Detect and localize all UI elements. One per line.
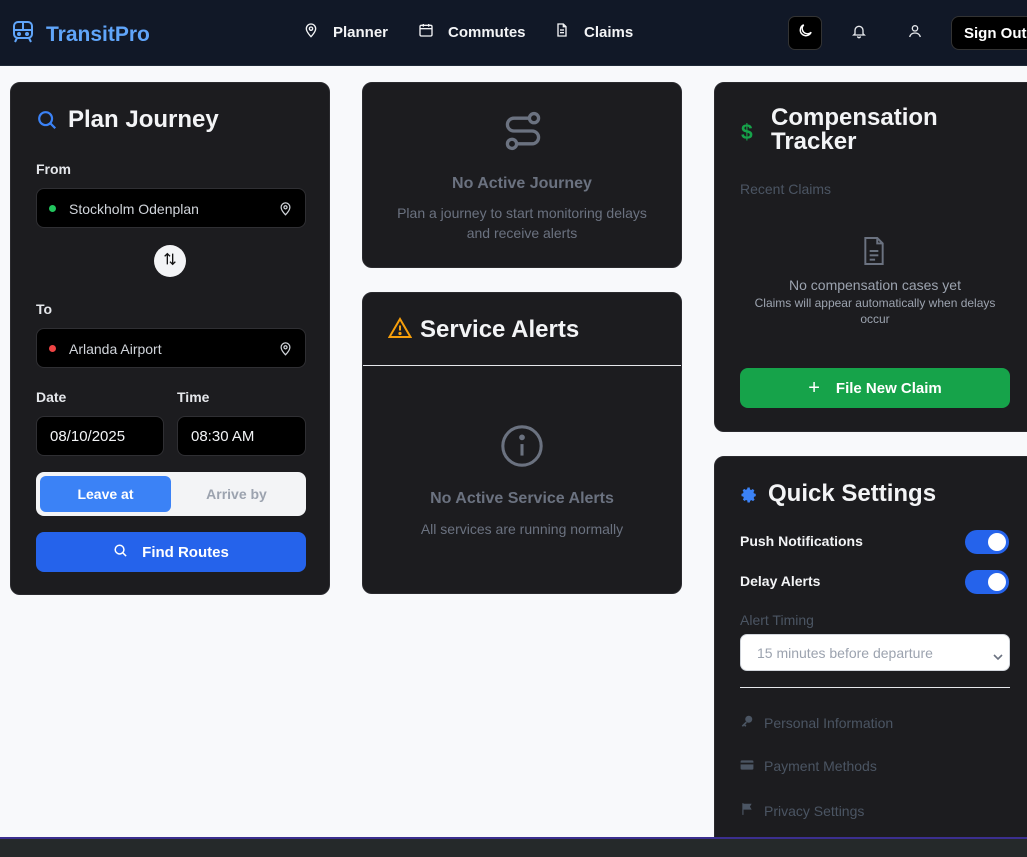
location-pin-icon[interactable]	[278, 200, 293, 220]
swap-arrows-icon	[162, 251, 178, 272]
bell-icon	[851, 23, 867, 44]
no-claims-line1: Claims will appear automatically when de…	[754, 296, 996, 310]
nav-label: Claims	[584, 23, 634, 41]
flag-icon	[740, 802, 754, 819]
theme-toggle-button[interactable]	[788, 16, 822, 50]
to-input[interactable]: Arlanda Airport	[36, 328, 306, 368]
alert-timing-label: Alert Timing	[740, 612, 814, 628]
file-new-claim-button[interactable]: + File New Claim	[740, 368, 1010, 408]
no-journey-line2: and receive alerts	[466, 225, 578, 241]
search-icon	[113, 543, 128, 562]
divider	[363, 365, 681, 366]
time-label: Time	[177, 389, 210, 405]
from-label: From	[36, 161, 71, 177]
location-pin-icon[interactable]	[278, 340, 293, 360]
no-claims-line2: occur	[860, 312, 890, 326]
find-routes-label: Find Routes	[142, 543, 229, 561]
file-new-claim-label: File New Claim	[835, 379, 942, 397]
compensation-title-line1: Compensation	[771, 104, 938, 131]
compensation-tracker-card: $ Compensation Tracker Recent Claims No …	[714, 82, 1027, 432]
divider	[740, 687, 1010, 688]
alert-timing-select[interactable]: 15 minutes before departure	[740, 634, 1010, 671]
compensation-title-line2: Tracker	[771, 128, 857, 155]
date-label: Date	[36, 389, 67, 405]
to-value: Arlanda Airport	[69, 341, 162, 357]
brand-name: TransitPro	[46, 22, 150, 46]
no-journey-title: No Active Journey	[452, 175, 592, 192]
user-icon	[907, 23, 923, 44]
no-claims-title: No compensation cases yet	[789, 277, 961, 293]
quick-settings-title: Quick Settings	[768, 480, 937, 507]
payment-methods-link[interactable]: Payment Methods	[740, 758, 877, 774]
gear-icon	[740, 486, 758, 509]
profile-button[interactable]	[898, 16, 932, 50]
nav-label: Planner	[333, 23, 389, 41]
warning-icon	[387, 317, 413, 344]
arrive-by-option[interactable]: Arrive by	[171, 476, 302, 512]
chevron-down-icon	[993, 648, 1003, 664]
bottom-edge	[0, 837, 1027, 857]
document-icon	[554, 22, 570, 42]
alert-timing-value: 15 minutes before departure	[757, 644, 933, 661]
delay-alerts-label: Delay Alerts	[740, 573, 821, 589]
link-label: Personal Information	[764, 714, 894, 731]
leave-at-option[interactable]: Leave at	[40, 476, 171, 512]
search-icon	[36, 109, 58, 136]
nav-planner[interactable]: Planner	[303, 22, 388, 42]
key-icon	[740, 714, 754, 731]
no-alerts-subtitle: All services are running normally	[420, 521, 624, 537]
push-notifications-label: Push Notifications	[740, 533, 863, 549]
nav-claims[interactable]: Claims	[554, 22, 633, 42]
destination-dot-icon	[49, 345, 56, 352]
active-journey-card: No Active Journey Plan a journey to star…	[362, 82, 682, 268]
plus-icon: +	[808, 376, 820, 399]
to-label: To	[36, 301, 53, 317]
moon-icon	[797, 22, 814, 44]
link-label: Privacy Settings	[764, 802, 865, 819]
privacy-settings-link[interactable]: Privacy Settings	[740, 802, 864, 819]
plan-journey-title: Plan Journey	[68, 106, 219, 133]
origin-dot-icon	[49, 205, 56, 212]
credit-card-icon	[740, 758, 754, 774]
nav-label: Commutes	[448, 23, 526, 41]
route-icon	[501, 109, 545, 158]
train-icon	[12, 20, 34, 49]
find-routes-button[interactable]: Find Routes	[36, 532, 306, 572]
personal-information-link[interactable]: Personal Information	[740, 714, 893, 731]
nav-commutes[interactable]: Commutes	[418, 22, 526, 42]
no-alerts-title: No Active Service Alerts	[430, 490, 614, 507]
date-input[interactable]: 08/10/2025	[36, 416, 164, 456]
info-icon	[499, 423, 545, 474]
quick-settings-card: Quick Settings Push Notifications Delay …	[714, 456, 1027, 857]
service-alerts-title: Service Alerts	[420, 316, 580, 343]
compensation-title: Compensation Tracker	[771, 106, 938, 154]
plan-journey-card: Plan Journey From Stockholm Odenplan To …	[10, 82, 330, 595]
calendar-icon	[418, 22, 434, 42]
departure-mode-toggle: Leave at Arrive by	[36, 472, 306, 516]
dollar-icon: $	[741, 121, 753, 144]
document-icon	[861, 235, 887, 272]
no-journey-line1: Plan a journey to start monitoring delay…	[397, 205, 647, 221]
sign-out-button[interactable]: Sign Out	[951, 16, 1027, 50]
link-label: Payment Methods	[764, 758, 877, 774]
recent-claims-label: Recent Claims	[740, 181, 832, 197]
top-navbar: TransitPro Planner Commutes Claims Sign …	[0, 0, 1027, 66]
push-notifications-toggle[interactable]	[965, 530, 1009, 554]
brand[interactable]: TransitPro	[12, 20, 150, 49]
service-alerts-card: Service Alerts No Active Service Alerts …	[362, 292, 682, 594]
from-input[interactable]: Stockholm Odenplan	[36, 188, 306, 228]
notifications-button[interactable]	[842, 16, 876, 50]
delay-alerts-toggle[interactable]	[965, 570, 1009, 594]
time-input[interactable]: 08:30 AM	[177, 416, 306, 456]
swap-locations-button[interactable]	[154, 245, 186, 277]
map-pin-icon	[303, 22, 319, 42]
from-value: Stockholm Odenplan	[69, 201, 199, 217]
